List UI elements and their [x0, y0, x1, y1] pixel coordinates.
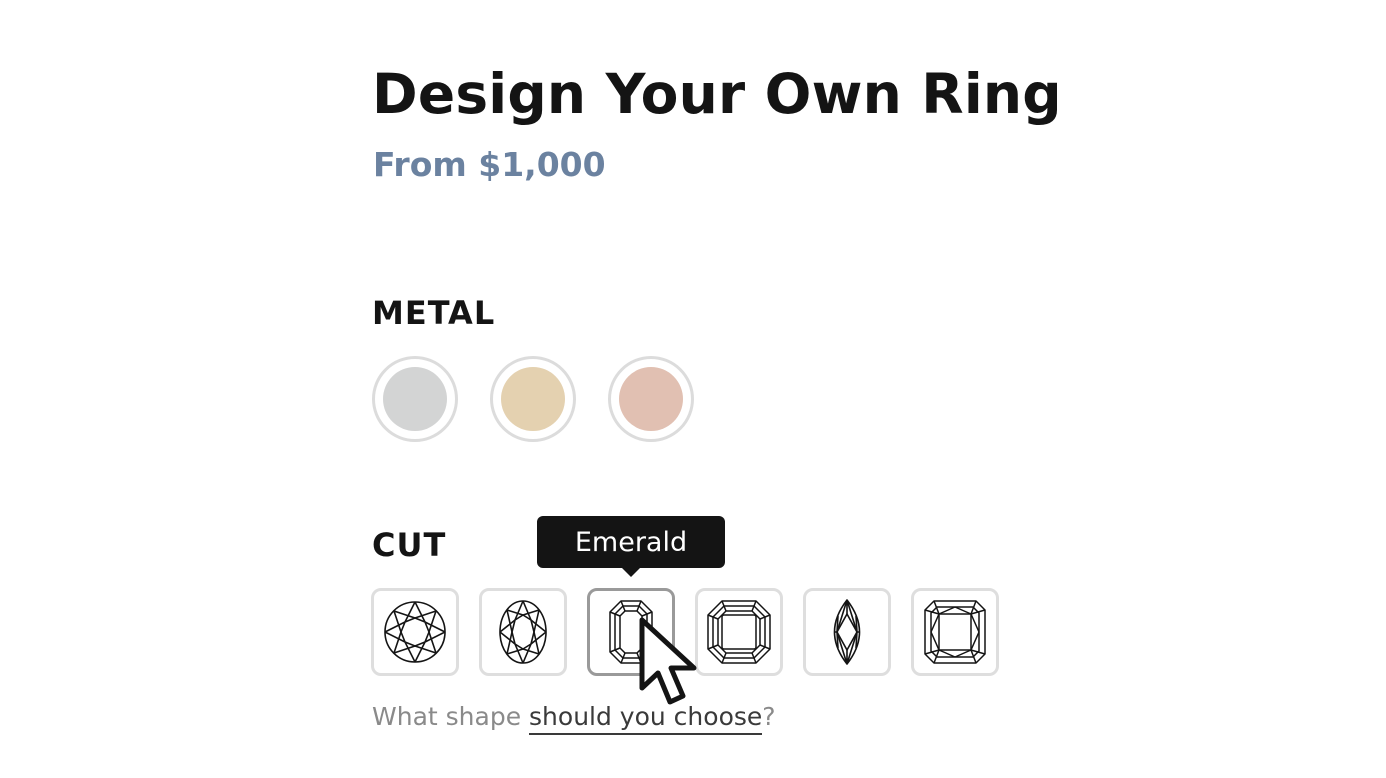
shape-help-text: What shape should you choose?: [372, 702, 776, 735]
cut-option-radiant[interactable]: [911, 588, 999, 676]
cut-section-label: CUT: [372, 526, 447, 564]
metal-swatch-rose-gold[interactable]: [608, 356, 694, 442]
round-cut-icon: [384, 601, 446, 663]
swatch-fill: [619, 367, 683, 431]
metal-section-label: METAL: [372, 294, 496, 332]
cut-option-round[interactable]: [371, 588, 459, 676]
metal-swatch-yellow-gold[interactable]: [490, 356, 576, 442]
tooltip-arrow: [621, 567, 641, 577]
page-title: Design Your Own Ring: [372, 62, 1062, 126]
cut-option-asscher[interactable]: [695, 588, 783, 676]
mouse-pointer-icon: [639, 617, 697, 705]
swatch-fill: [501, 367, 565, 431]
radiant-cut-icon: [924, 600, 986, 664]
starting-price: From $1,000: [373, 145, 606, 184]
help-prefix: What shape: [372, 702, 530, 731]
help-suffix: ?: [762, 702, 776, 731]
metal-swatch-white-gold[interactable]: [372, 356, 458, 442]
marquise-cut-icon: [833, 599, 861, 665]
asscher-cut-icon: [707, 600, 771, 664]
cut-option-oval[interactable]: [479, 588, 567, 676]
oval-cut-icon: [499, 600, 547, 664]
cut-option-marquise[interactable]: [803, 588, 891, 676]
swatch-fill: [383, 367, 447, 431]
cut-tooltip: Emerald: [537, 516, 725, 568]
